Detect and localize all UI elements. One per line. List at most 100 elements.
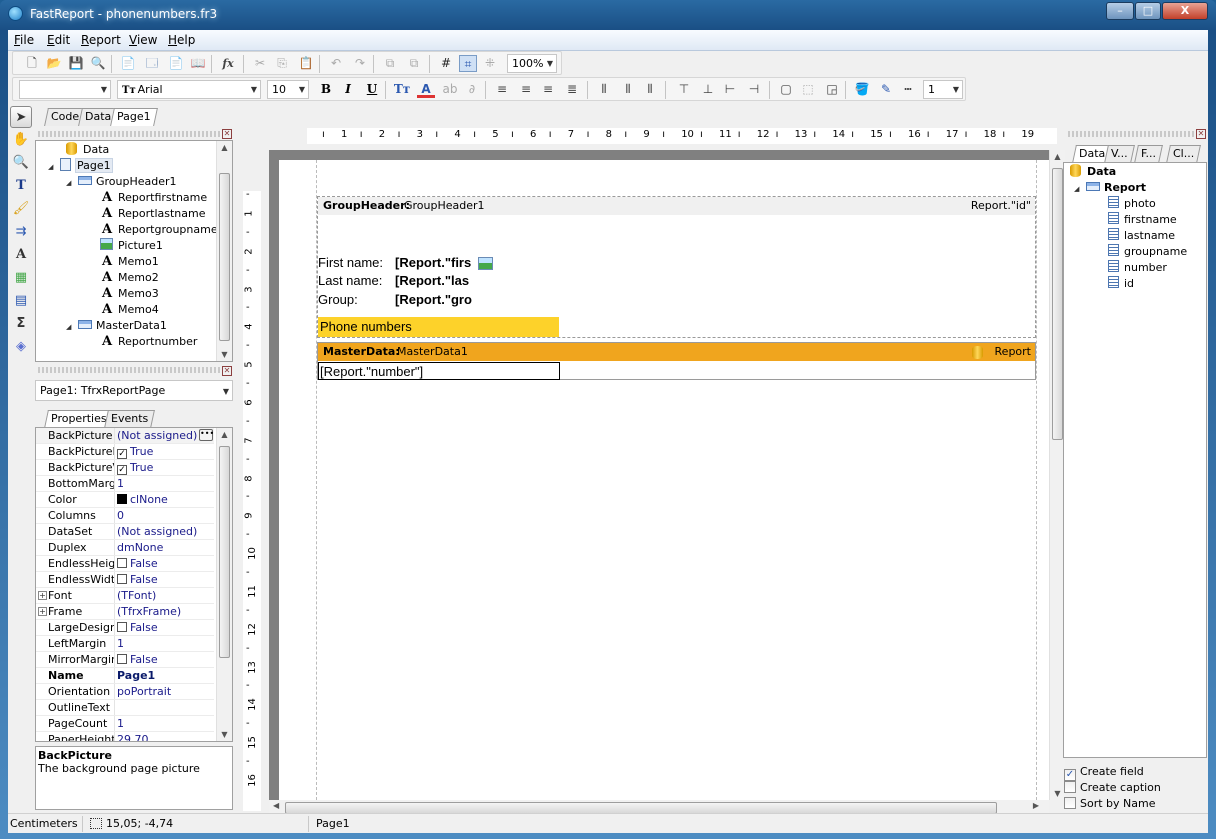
property-row[interactable]: BackPicturePr✓True (36, 444, 214, 460)
last-name-field[interactable]: [Report."las (395, 273, 469, 288)
align-justify-icon[interactable]: ≣ (563, 81, 581, 98)
tab-properties[interactable]: Properties (44, 410, 114, 428)
align-center-icon[interactable]: ≡ (517, 81, 535, 98)
zoom-combo[interactable]: 100% ▼ (507, 54, 557, 73)
property-row[interactable]: Color clNone (36, 492, 214, 508)
tab-variables[interactable]: V... (1104, 145, 1135, 163)
tab-functions[interactable]: F... (1134, 145, 1163, 163)
property-row[interactable]: PageCount 1 (36, 716, 214, 732)
ellipsis-button[interactable]: ••• (199, 429, 214, 441)
page-settings-icon[interactable]: 📖 (189, 55, 207, 72)
data-tree-report[interactable]: ◢ Report (1074, 180, 1146, 196)
font-settings-icon[interactable]: Tт (393, 81, 411, 98)
highlight-icon[interactable]: ab (441, 81, 459, 98)
scroll-thumb[interactable] (1052, 168, 1063, 440)
tree-item-memo1[interactable]: A Memo1 (100, 254, 159, 270)
maximize-button[interactable]: □ (1135, 2, 1161, 20)
property-value[interactable]: clNone (114, 492, 168, 507)
group-label[interactable]: Group: (318, 292, 358, 307)
property-value[interactable]: 1 (114, 716, 124, 731)
create-field-checkbox[interactable]: ✓ Create field (1064, 765, 1144, 781)
scroll-down-icon[interactable]: ▼ (217, 350, 232, 359)
sum-icon[interactable]: Σ (10, 313, 32, 335)
expression-icon[interactable]: fx (219, 55, 237, 72)
valign-bottom-icon[interactable]: ⦀ (641, 81, 659, 98)
close-data-panel-icon[interactable]: ✕ (1196, 129, 1206, 139)
property-value[interactable]: 1 (114, 476, 124, 491)
property-row[interactable]: BottomMargin1 (36, 476, 214, 492)
checkbox-checked-icon[interactable]: ✓ (117, 449, 127, 459)
font-name-combo[interactable]: Tт Arial ▼ (117, 80, 261, 99)
bold-button[interactable]: B (317, 81, 335, 98)
property-value[interactable]: 0 (114, 508, 124, 523)
data-field-firstname[interactable]: firstname (1108, 212, 1177, 228)
close-inspector-icon[interactable]: ✕ (222, 366, 232, 376)
property-row[interactable]: Name Page1 (36, 668, 214, 684)
frame-right-icon[interactable]: ⊣ (745, 81, 763, 98)
frame-width-combo[interactable]: 1 ▼ (923, 80, 963, 99)
property-row[interactable]: BackPicture (Not assigned) ••• (36, 428, 214, 444)
property-value[interactable]: ✓ True (114, 444, 153, 459)
expand-icon[interactable]: + (38, 607, 47, 616)
number-field[interactable]: [Report."number"] (318, 362, 560, 380)
scroll-thumb[interactable] (219, 173, 230, 341)
phone-numbers-title[interactable]: Phone numbers (318, 317, 559, 337)
frame-top-icon[interactable]: ⊤ (675, 81, 693, 98)
frame-all-icon[interactable]: ▢ (777, 81, 795, 98)
copy-icon[interactable]: ⎘ (273, 55, 291, 72)
rotation-icon[interactable]: ∂ (463, 81, 481, 98)
group-header-band[interactable]: GroupHeader: GroupHeader1 Report."id" Fi… (317, 196, 1036, 338)
align-left-icon[interactable]: ≡ (493, 81, 511, 98)
scroll-left-icon[interactable]: ◀ (273, 801, 279, 810)
subreport-icon[interactable]: ▤ (10, 290, 32, 312)
valign-center-icon[interactable]: ⦀ (619, 81, 637, 98)
picture1-object[interactable] (478, 257, 493, 270)
property-row[interactable]: OutlineText (36, 700, 214, 716)
fill-color-icon[interactable]: 🪣 (853, 81, 871, 98)
delete-page-icon[interactable]: 📄 (167, 55, 185, 72)
picture-object-icon[interactable]: ▦ (10, 267, 32, 289)
valign-top-icon[interactable]: ⦀ (595, 81, 613, 98)
more-objects-icon[interactable]: ◈ (10, 336, 32, 358)
close-tree-panel-icon[interactable]: ✕ (222, 129, 232, 139)
scroll-right-icon[interactable]: ▶ (1033, 801, 1039, 810)
tree-item-reportfirstname[interactable]: A Reportfirstname (100, 190, 207, 206)
first-name-field[interactable]: [Report."firs (395, 255, 471, 270)
first-name-label[interactable]: First name: (318, 255, 383, 270)
expand-icon[interactable]: ◢ (1074, 181, 1082, 197)
property-row[interactable]: Columns 0 (36, 508, 214, 524)
data-field-groupname[interactable]: groupname (1108, 244, 1187, 260)
style-combo[interactable]: ▼ (19, 80, 111, 99)
property-value[interactable]: False (114, 556, 158, 571)
new-icon[interactable]: 🗋 (23, 55, 41, 72)
property-row[interactable]: DataSet (Not assigned) (36, 524, 214, 540)
shadow-icon[interactable]: ◲ (823, 81, 841, 98)
scroll-thumb[interactable] (219, 446, 230, 658)
tree-item-groupheader1[interactable]: ◢ GroupHeader1 (66, 174, 177, 190)
tree-item-memo2[interactable]: A Memo2 (100, 270, 159, 286)
checkbox-icon[interactable] (117, 654, 127, 664)
master-data-band[interactable]: MasterData: MasterData1 Report [Report."… (317, 342, 1036, 380)
object-selector-combo[interactable]: Page1: TfrxReportPage ▼ (35, 380, 233, 401)
expand-icon[interactable]: + (38, 591, 47, 600)
property-value[interactable]: 1 (114, 636, 124, 651)
text-object-icon[interactable]: A (10, 244, 32, 266)
align-to-grid-icon[interactable]: ⌗ (459, 55, 477, 72)
tree-item-memo4[interactable]: A Memo4 (100, 302, 159, 318)
data-field-number[interactable]: number (1108, 260, 1167, 276)
select-icon[interactable]: ➤ (10, 106, 32, 128)
expand-icon[interactable]: ◢ (48, 159, 56, 175)
checkbox-icon[interactable] (117, 558, 127, 568)
property-row[interactable]: Orientation poPortrait (36, 684, 214, 700)
menu-view[interactable]: View (129, 33, 157, 47)
checkbox-icon[interactable] (117, 622, 127, 632)
tree-item-masterdata1[interactable]: ◢ MasterData1 (66, 318, 167, 334)
property-row[interactable]: MirrorMarginsFalse (36, 652, 214, 668)
report-page[interactable]: GroupHeader: GroupHeader1 Report."id" Fi… (279, 160, 1049, 800)
properties-scrollbar[interactable]: ▲ ▼ (216, 428, 232, 741)
property-value[interactable]: (TfrxFrame) (114, 604, 181, 619)
frame-style-icon[interactable]: ┅ (899, 81, 917, 98)
group-name-field[interactable]: [Report."gro (395, 292, 472, 307)
data-tree-root[interactable]: Data (1070, 164, 1116, 180)
font-color-icon[interactable]: A (417, 81, 435, 98)
